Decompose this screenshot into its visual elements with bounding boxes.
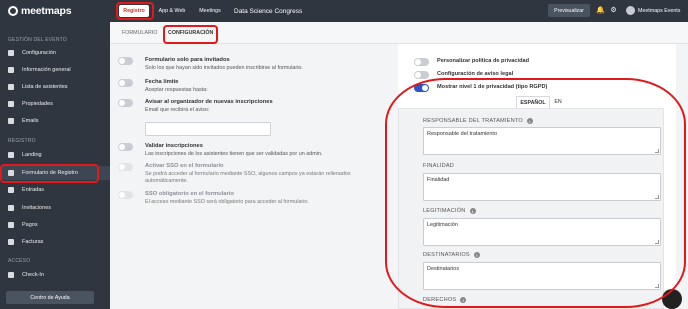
users-icon: [8, 84, 14, 90]
privacy-panel: Personalizar política de privacidad Conf…: [398, 44, 676, 309]
privacy-fields: RESPONSABLE DEL TRATAMIENTO i Responsable…: [398, 108, 664, 309]
toggle-deadline[interactable]: [118, 79, 133, 87]
form-icon: [8, 170, 14, 176]
sidebar-item-landing[interactable]: Landing: [0, 148, 110, 162]
tab-formulario[interactable]: FORMULARIO: [122, 22, 157, 44]
setting-title: Fecha límite: [145, 79, 179, 85]
help-center-button[interactable]: Centro de Ayuda: [6, 291, 94, 304]
sub-tabs: FORMULARIO CONFIGURACIÓN: [110, 22, 688, 44]
tab-registro[interactable]: Registro: [119, 5, 149, 17]
toggle-custom-privacy[interactable]: [414, 58, 429, 66]
textarea-legitimacion[interactable]: Legitimación: [423, 218, 661, 246]
sidebar-item-informacion-general[interactable]: Información general: [0, 63, 110, 77]
toggle-notify-organizer[interactable]: [118, 99, 133, 107]
field-label-destinatarios: DESTINATARIOS i: [423, 252, 480, 258]
chat-icon[interactable]: [662, 289, 682, 309]
event-title: Data Science Congress: [234, 7, 303, 15]
tab-configuracion[interactable]: CONFIGURACIÓN: [168, 22, 214, 44]
setting-desc: Se podrá acceder al formulario mediante …: [145, 171, 351, 177]
card-icon: [8, 222, 14, 228]
tab-app-web[interactable]: App & Web: [154, 5, 190, 17]
textarea-responsable[interactable]: Responsable del tratamiento: [423, 127, 661, 155]
section-title-event: GESTIÓN DEL EVENTO: [8, 37, 67, 43]
tab-lang-es[interactable]: ESPAÑOL: [516, 96, 550, 108]
sidebar-item-formulario-registro[interactable]: Formulario de Registro: [0, 166, 110, 180]
notify-email-input[interactable]: [145, 122, 271, 136]
setting-title: Formulario solo para invitados: [145, 57, 230, 63]
toggle-sso-required[interactable]: [118, 191, 133, 199]
setting-label: Personalizar política de privacidad: [437, 58, 530, 64]
avatar[interactable]: [626, 6, 635, 15]
logo[interactable]: meetmaps: [0, 0, 110, 22]
setting-title: Avisar al organizador de nuevas inscripc…: [145, 99, 273, 105]
field-label-finalidad: FINALIDAD: [423, 163, 455, 169]
bell-icon[interactable]: 🔔: [596, 7, 605, 14]
setting-label: Mostrar nivel 1 de privacidad (tipo RGPD…: [437, 84, 548, 90]
logo-icon: [8, 6, 18, 16]
field-label-responsable: RESPONSABLE DEL TRATAMIENTO i: [423, 118, 533, 124]
resize-handle-icon[interactable]: [655, 195, 659, 199]
setting-desc: Aceptar respuestas hasta:: [145, 87, 208, 93]
sidebar: meetmaps GESTIÓN DEL EVENTO Configuració…: [0, 0, 110, 309]
resize-handle-icon[interactable]: [655, 284, 659, 288]
section-title-acceso: ACCESO: [8, 258, 31, 264]
sidebar-item-entradas[interactable]: Entradas: [0, 183, 110, 197]
sidebar-item-facturas[interactable]: Facturas: [0, 235, 110, 249]
sidebar-item-lista-asistentes[interactable]: Lista de asistentes: [0, 80, 110, 94]
setting-title: Validar inscripciones: [145, 143, 203, 149]
sidebar-item-configuracion[interactable]: Configuración: [0, 46, 110, 60]
list-icon: [8, 101, 14, 107]
setting-desc: Email que recibirá el aviso:: [145, 107, 210, 113]
setting-label: Configuración de aviso legal: [437, 71, 514, 77]
info-icon[interactable]: i: [469, 208, 476, 214]
envelope-icon: [8, 205, 14, 211]
user-name[interactable]: Meetmaps Events: [638, 0, 680, 22]
sidebar-item-invitaciones[interactable]: Invitaciones: [0, 201, 110, 215]
tab-meetings[interactable]: Meetings: [194, 5, 226, 17]
gear-icon: [8, 50, 14, 56]
toggle-validate[interactable]: [118, 143, 133, 151]
setting-desc: El acceso mediante SSO será obligatorio …: [145, 199, 309, 205]
toggle-sso[interactable]: [118, 163, 133, 171]
qr-icon: [8, 272, 14, 278]
info-icon[interactable]: i: [460, 297, 467, 303]
invoice-icon: [8, 239, 14, 245]
field-label-legitimacion: LEGITIMACIÓN i: [423, 208, 476, 214]
textarea-destinatarios[interactable]: Destinatarios: [423, 262, 661, 290]
toggle-legal-notice[interactable]: [414, 71, 429, 79]
logo-text: meetmaps: [21, 5, 72, 17]
app-window: meetmaps GESTIÓN DEL EVENTO Configuració…: [0, 0, 688, 309]
sidebar-item-emails[interactable]: Emails: [0, 114, 110, 128]
info-icon[interactable]: i: [526, 118, 533, 124]
setting-title: SSO obligatorio en el formulario: [145, 191, 234, 197]
sidebar-item-propiedades[interactable]: Propiedades: [0, 97, 110, 111]
resize-handle-icon[interactable]: [655, 240, 659, 244]
sidebar-item-check-in[interactable]: Check-In: [0, 268, 110, 282]
top-bar: Registro App & Web Meetings Data Science…: [110, 0, 688, 22]
toggle-only-invited[interactable]: [118, 57, 133, 65]
info-icon: [8, 67, 14, 73]
info-icon[interactable]: i: [473, 252, 480, 258]
textarea-finalidad[interactable]: Finalidad: [423, 173, 661, 201]
sidebar-item-pagos[interactable]: Pagos: [0, 218, 110, 232]
section-title-registro: REGISTRO: [8, 138, 36, 144]
gear-icon[interactable]: ⚙: [610, 7, 617, 14]
field-label-derechos: DERECHOS i: [423, 297, 467, 303]
setting-desc: Solo los que hayan sido invitados pueden…: [145, 65, 303, 71]
setting-desc: Las inscripciones de los asistentes tien…: [145, 151, 323, 157]
tab-lang-en[interactable]: EN: [550, 96, 566, 108]
setting-desc-2: automáticamente.: [145, 178, 188, 184]
globe-icon: [8, 152, 14, 158]
mail-icon: [8, 118, 14, 124]
setting-title: Activar SSO en el formulario: [145, 163, 224, 169]
resize-handle-icon[interactable]: [655, 149, 659, 153]
preview-button[interactable]: Previsualizar: [548, 4, 590, 17]
ticket-icon: [8, 187, 14, 193]
toggle-privacy-level1[interactable]: [414, 84, 429, 92]
